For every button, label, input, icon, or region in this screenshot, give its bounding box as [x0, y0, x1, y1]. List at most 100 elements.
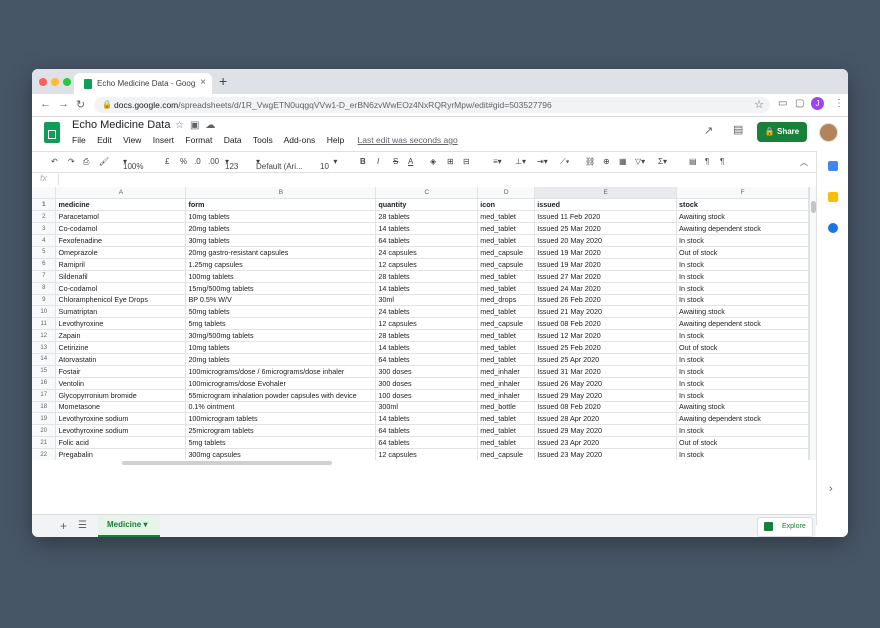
cell[interactable]: med_tablet	[477, 222, 536, 236]
cell[interactable]: In stock	[676, 353, 809, 366]
cell[interactable]: 100mg tablets	[185, 270, 377, 283]
cell[interactable]: 300 doses	[375, 365, 479, 378]
insert-chart-icon[interactable]: ▦	[619, 157, 627, 166]
undo-icon[interactable]: ↶	[51, 157, 58, 166]
cell[interactable]: Issued 08 Feb 2020	[534, 317, 678, 331]
cell[interactable]: In stock	[676, 365, 809, 378]
cell[interactable]: Levothyroxine	[55, 317, 187, 331]
cell[interactable]: 100micrograms/dose / 6micrograms/dose in…	[185, 365, 377, 378]
browser-menu-icon[interactable]: ⋮	[834, 98, 844, 109]
row-number[interactable]: 4	[32, 234, 57, 247]
cell[interactable]: med_drops	[477, 294, 536, 307]
share-button[interactable]: 🔒 Share	[757, 122, 807, 142]
cell[interactable]: Paracetamol	[55, 210, 187, 224]
menu-edit[interactable]: Edit	[97, 135, 112, 145]
cell[interactable]: 64 tablets	[375, 436, 479, 450]
star-icon[interactable]: ☆	[175, 120, 190, 131]
column-header[interactable]: F	[676, 187, 809, 200]
sheets-logo-icon[interactable]	[44, 122, 60, 143]
cell[interactable]: Glycopyrronium bromide	[55, 389, 187, 402]
text-color-button[interactable]: A	[408, 157, 413, 166]
cell[interactable]: Cetirizine	[55, 341, 187, 354]
collapse-toolbar-icon[interactable]: ︿	[800, 157, 808, 168]
bookmark-star-icon[interactable]: ☆	[754, 98, 764, 111]
fill-color-icon[interactable]: ◈	[430, 157, 436, 166]
cell[interactable]: Mometasone	[55, 401, 187, 414]
menu-view[interactable]: View	[123, 135, 141, 145]
cell[interactable]: 28 tablets	[375, 329, 479, 343]
filter-icon[interactable]: ▽▾	[635, 157, 645, 166]
cell[interactable]: issued	[534, 198, 678, 212]
horizontal-scrollbar[interactable]	[122, 461, 332, 465]
row-number[interactable]: 13	[32, 341, 57, 354]
input-tools-icon[interactable]: ▤	[689, 157, 697, 166]
row-number[interactable]: 6	[32, 258, 57, 271]
cell[interactable]: form	[185, 198, 377, 212]
cell[interactable]: med_capsule	[477, 246, 536, 259]
cell[interactable]: med_tablet	[477, 353, 536, 366]
cell[interactable]: In stock	[676, 424, 809, 438]
font-size-select[interactable]: 10 ▾	[320, 157, 337, 171]
row-number[interactable]: 16	[32, 377, 57, 390]
expand-panel-icon[interactable]: ›	[829, 483, 833, 495]
merge-cells-icon[interactable]: ⊟	[463, 157, 470, 166]
cell[interactable]: med_tablet	[477, 305, 536, 319]
cell[interactable]: stock	[676, 198, 809, 212]
zoom-select[interactable]: 100% ▾	[123, 157, 143, 171]
cell[interactable]: 28 tablets	[375, 270, 479, 283]
cell[interactable]: med_tablet	[477, 341, 536, 354]
cell[interactable]: 14 tablets	[375, 282, 479, 295]
back-icon[interactable]: ←	[40, 98, 51, 110]
cell[interactable]: med_tablet	[477, 210, 536, 224]
decrease-decimal-button[interactable]: .0	[194, 157, 201, 166]
row-number[interactable]: 5	[32, 246, 57, 259]
cell[interactable]: med_capsule	[477, 317, 536, 331]
row-number[interactable]: 1	[32, 198, 57, 212]
cell[interactable]: Awaiting stock	[676, 210, 809, 224]
cell[interactable]: Issued 11 Feb 2020	[534, 210, 678, 224]
column-header[interactable]: B	[185, 187, 377, 200]
tab-close-icon[interactable]: ×	[200, 77, 206, 88]
cell[interactable]: Out of stock	[676, 436, 809, 450]
calendar-icon[interactable]	[828, 161, 838, 171]
cell[interactable]: med_tablet	[477, 282, 536, 295]
cell[interactable]: 100microgram tablets	[185, 412, 377, 426]
cell[interactable]: Issued 23 Apr 2020	[534, 436, 678, 450]
cell[interactable]: Issued 25 Feb 2020	[534, 341, 678, 354]
cell[interactable]: Awaiting dependent stock	[676, 222, 809, 236]
cell[interactable]: Awaiting stock	[676, 401, 809, 414]
cell[interactable]: Issued 31 Mar 2020	[534, 365, 678, 378]
cell[interactable]: quantity	[375, 198, 479, 212]
cell[interactable]: In stock	[676, 234, 809, 247]
cell[interactable]: Levothyroxine sodium	[55, 412, 187, 426]
sheet-tab-medicine[interactable]: Medicine ▾	[98, 515, 160, 537]
menu-file[interactable]: File	[72, 135, 86, 145]
select-all-corner[interactable]	[32, 187, 57, 200]
cell[interactable]: Ventolin	[55, 377, 187, 390]
tasks-icon[interactable]	[828, 223, 838, 233]
reload-icon[interactable]: ↻	[76, 98, 85, 111]
cell[interactable]: In stock	[676, 448, 809, 460]
cell[interactable]: med_bottle	[477, 401, 536, 414]
cell[interactable]: Awaiting stock	[676, 305, 809, 319]
cell[interactable]: 64 tablets	[375, 234, 479, 247]
cell[interactable]: 300mg capsules	[185, 448, 377, 460]
cell[interactable]: Issued 26 May 2020	[534, 377, 678, 390]
cell[interactable]: Issued 19 Mar 2020	[534, 246, 678, 259]
insert-link-icon[interactable]: ⛓	[585, 157, 595, 166]
cell[interactable]: 20mg tablets	[185, 353, 377, 366]
cell[interactable]: Co-codamol	[55, 222, 187, 236]
print-icon[interactable]: ⎙	[83, 157, 89, 167]
cell[interactable]: Folic acid	[55, 436, 187, 450]
column-header[interactable]: C	[375, 187, 479, 200]
insert-comment-icon[interactable]: ⊕	[603, 157, 610, 166]
cell[interactable]: Zapain	[55, 329, 187, 343]
cell[interactable]: 30ml	[375, 294, 479, 307]
cell[interactable]: Issued 29 May 2020	[534, 389, 678, 402]
row-number[interactable]: 2	[32, 210, 57, 224]
cell[interactable]: 12 capsules	[375, 448, 479, 460]
cell[interactable]: icon	[477, 198, 536, 212]
row-number[interactable]: 9	[32, 294, 57, 307]
ltr-text-icon[interactable]: ¶	[705, 157, 709, 166]
row-number[interactable]: 11	[32, 317, 57, 331]
